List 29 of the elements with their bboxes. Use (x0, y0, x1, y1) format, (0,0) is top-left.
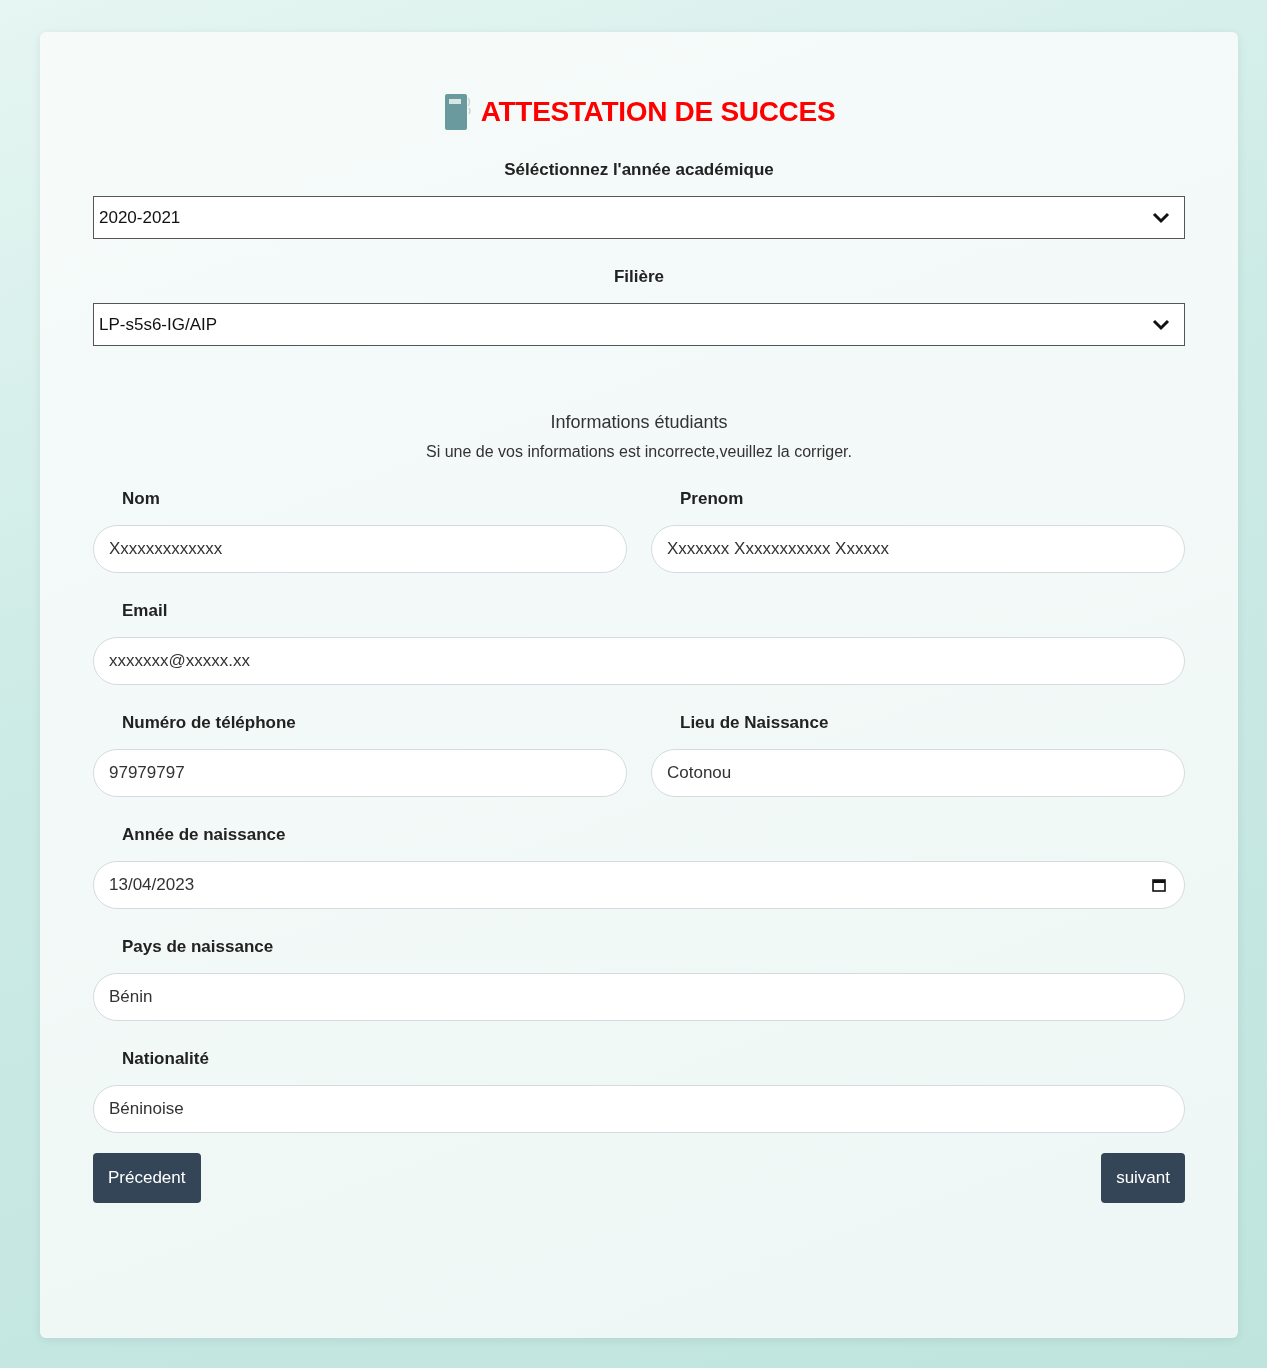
field-label: Filière (612, 267, 666, 287)
dropdown-field[interactable]: LP-s5s6-IG/AIP (93, 303, 1185, 346)
text-field[interactable]: Xxxxxxxxxxxxx (93, 525, 627, 573)
page-title: ATTESTATION DE SUCCES (480, 96, 836, 128)
field-label: Numéro de téléphone (121, 713, 297, 733)
next-button[interactable]: suivant (1101, 1153, 1185, 1203)
field-label: Prenom (679, 489, 745, 509)
section-heading: Informations étudiants (549, 412, 729, 433)
section-note: Si une de vos informations est incorrecte,veuillez la corriger. (425, 443, 853, 461)
text-field[interactable]: xxxxxxx@xxxxx.xx (93, 637, 1185, 685)
field-label: Nom (121, 489, 161, 509)
text-field[interactable]: 97979797 (93, 749, 627, 797)
chevron-down-icon (1152, 318, 1170, 331)
text-field[interactable]: Xxxxxxx Xxxxxxxxxxx Xxxxxx (651, 525, 1185, 573)
field-label: Séléctionnez l'année académique (503, 160, 775, 180)
date-field[interactable]: 13/04/2023 (93, 861, 1185, 909)
document-icon (442, 92, 473, 132)
field-label: Année de naissance (121, 825, 287, 845)
field-label: Lieu de Naissance (679, 713, 830, 733)
text-field[interactable]: Cotonou (651, 749, 1185, 797)
previous-button[interactable]: Précedent (93, 1153, 201, 1203)
field-label: Email (121, 601, 169, 621)
field-label: Nationalité (121, 1049, 210, 1069)
text-field[interactable]: Béninoise (93, 1085, 1185, 1133)
text-field[interactable]: Bénin (93, 973, 1185, 1021)
dropdown-field[interactable]: 2020-2021 (93, 196, 1185, 239)
field-label: Pays de naissance (121, 937, 275, 957)
chevron-down-icon (1152, 211, 1170, 224)
calendar-icon (1152, 878, 1166, 892)
